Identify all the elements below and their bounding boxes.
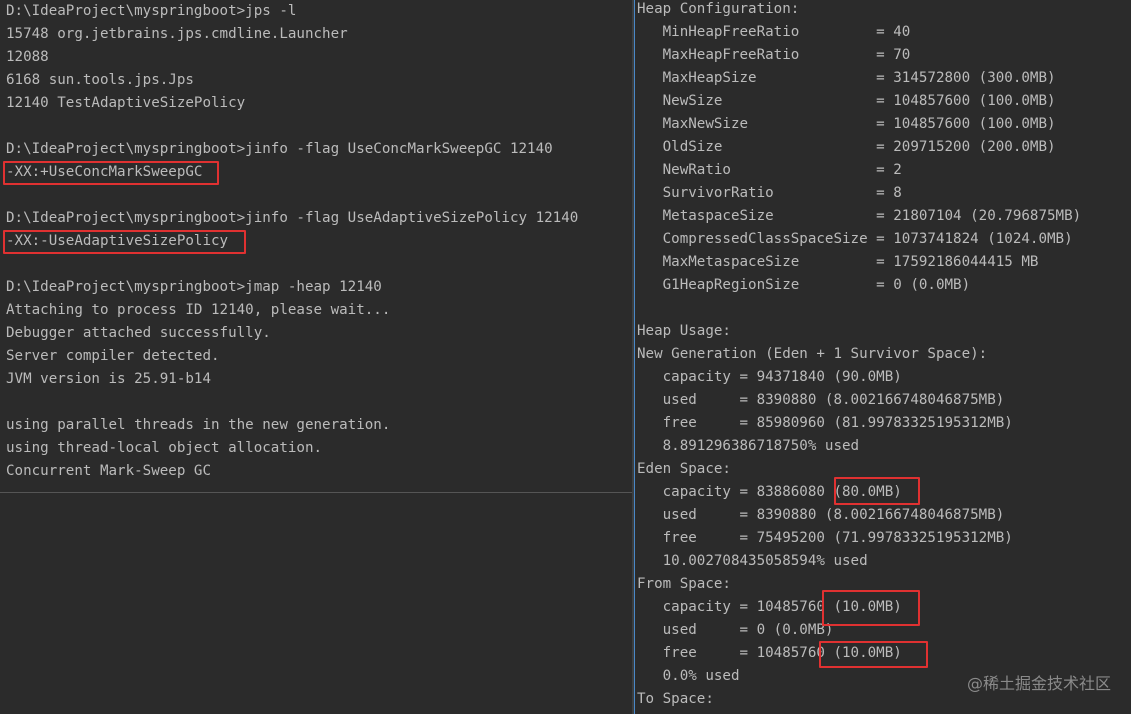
terminal-line: D:\IdeaProject\myspringboot>jinfo -flag …: [6, 210, 579, 226]
terminal-line: free = 85980960 (81.99783325195312MB): [637, 415, 1013, 431]
terminal-line: Eden Space:: [637, 461, 731, 477]
terminal-line: 12088: [6, 49, 49, 65]
terminal-line: using parallel threads in the new genera…: [6, 417, 391, 433]
terminal-line: used = 0 (0.0MB): [637, 622, 834, 638]
terminal-line: New Generation (Eden + 1 Survivor Space)…: [637, 346, 988, 362]
terminal-line: MaxHeapFreeRatio = 70: [637, 47, 911, 63]
highlight-box: [822, 590, 920, 626]
terminal-line: Debugger attached successfully.: [6, 325, 271, 341]
terminal-line: D:\IdeaProject\myspringboot>jmap -heap 1…: [6, 279, 382, 295]
terminal-line: D:\IdeaProject\myspringboot>jps -l: [6, 3, 297, 19]
terminal-line: using thread-local object allocation.: [6, 440, 323, 456]
terminal-line: MaxNewSize = 104857600 (100.0MB): [637, 116, 1056, 132]
terminal-line: Heap Configuration:: [637, 1, 800, 17]
terminal-line: used = 8390880 (8.002166748046875MB): [637, 507, 1005, 523]
terminal-line: used = 8390880 (8.002166748046875MB): [637, 392, 1005, 408]
terminal-line: Concurrent Mark-Sweep GC: [6, 463, 211, 479]
terminal-line: MetaspaceSize = 21807104 (20.796875MB): [637, 208, 1082, 224]
terminal-line: capacity = 94371840 (90.0MB): [637, 369, 902, 385]
terminal-line: free = 75495200 (71.99783325195312MB): [637, 530, 1013, 546]
right-terminal-pane[interactable]: Heap Configuration: MinHeapFreeRatio = 4…: [634, 0, 1131, 714]
terminal-line: SurvivorRatio = 8: [637, 185, 902, 201]
terminal-line: CompressedClassSpaceSize = 1073741824 (1…: [637, 231, 1073, 247]
watermark: @稀土掘金技术社区: [966, 674, 1111, 693]
terminal-line: NewSize = 104857600 (100.0MB): [637, 93, 1056, 109]
left-empty-area: [0, 493, 633, 714]
terminal-line: 15748 org.jetbrains.jps.cmdline.Launcher: [6, 26, 348, 42]
terminal-line: To Space:: [637, 691, 714, 707]
left-terminal-pane[interactable]: D:\IdeaProject\myspringboot>jps -l 15748…: [0, 0, 633, 493]
highlight-box: [819, 641, 928, 668]
terminal-line: 6168 sun.tools.jps.Jps: [6, 72, 194, 88]
terminal-line: Server compiler detected.: [6, 348, 220, 364]
terminal-line: OldSize = 209715200 (200.0MB): [637, 139, 1056, 155]
terminal-line: MaxHeapSize = 314572800 (300.0MB): [637, 70, 1056, 86]
terminal-line: From Space:: [637, 576, 731, 592]
terminal-line: MaxMetaspaceSize = 17592186044415 MB: [637, 254, 1039, 270]
terminal-line: Attaching to process ID 12140, please wa…: [6, 302, 391, 318]
terminal-line: D:\IdeaProject\myspringboot>jinfo -flag …: [6, 141, 553, 157]
terminal-line: 0.0% used: [637, 668, 740, 684]
terminal-line: G1HeapRegionSize = 0 (0.0MB): [637, 277, 971, 293]
terminal-line: 10.002708435058594% used: [637, 553, 868, 569]
terminal-line: NewRatio = 2: [637, 162, 902, 178]
terminal-line: 8.891296386718750% used: [637, 438, 860, 454]
terminal-line: MinHeapFreeRatio = 40: [637, 24, 911, 40]
terminal-line: JVM version is 25.91-b14: [6, 371, 211, 387]
highlight-box: [3, 230, 246, 254]
highlight-box: [834, 477, 920, 505]
terminal-line: 12140 TestAdaptiveSizePolicy: [6, 95, 246, 111]
terminal-line: Heap Usage:: [637, 323, 731, 339]
highlight-box: [3, 161, 219, 185]
